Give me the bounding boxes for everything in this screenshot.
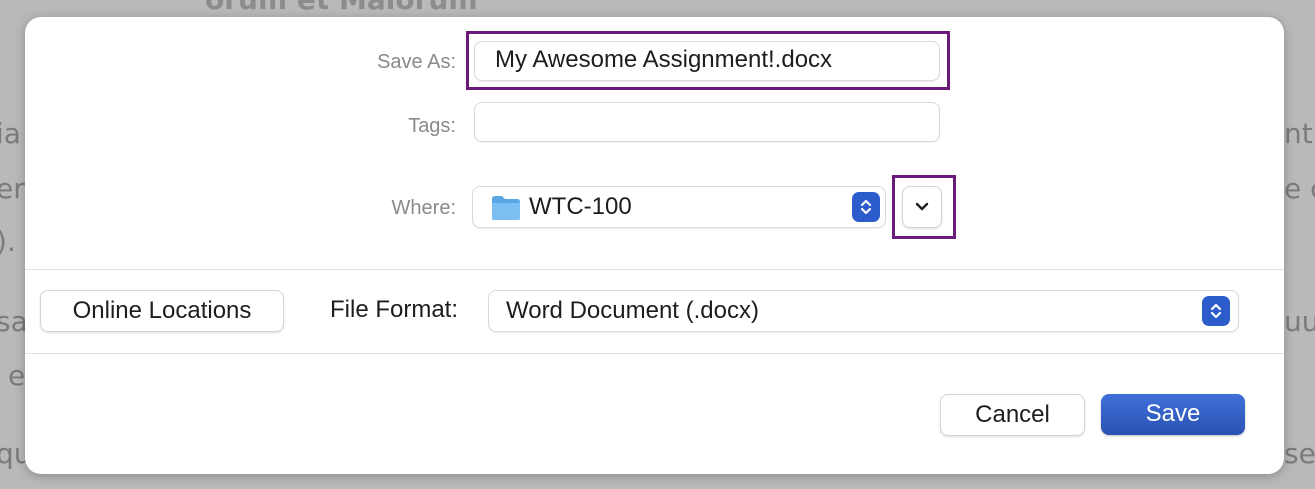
save-button[interactable]: Save: [1101, 394, 1245, 435]
background-text-fragment: ia: [0, 117, 21, 150]
where-label: Where:: [391, 197, 456, 219]
background-text-fragment: e c: [1284, 172, 1315, 205]
file-format-value: Word Document (.docx): [506, 297, 759, 324]
file-format-label: File Format:: [330, 296, 459, 323]
expand-button-highlight-box: [892, 175, 956, 239]
save-dialog: Save As: My Awesome Assignment!.docx Tag…: [25, 17, 1284, 474]
background-text-fragment: e: [8, 359, 26, 392]
save-as-highlight-box: [466, 31, 950, 90]
folder-icon: [491, 195, 521, 226]
background-text-fragment: sa: [0, 305, 28, 338]
where-value: WTC-100: [529, 193, 632, 220]
tags-field[interactable]: [474, 102, 940, 142]
divider: [25, 353, 1284, 354]
background-document-heading: orum et Malorum: [205, 0, 478, 14]
save-as-label: Save As:: [377, 51, 456, 73]
cancel-button[interactable]: Cancel: [940, 394, 1085, 436]
background-text-fragment: uu: [1284, 305, 1315, 338]
file-format-stepper-icon: [1202, 296, 1230, 326]
background-text-fragment: er: [0, 172, 25, 205]
where-stepper-icon: [852, 192, 880, 222]
tags-label: Tags:: [408, 115, 456, 137]
file-format-popup[interactable]: Word Document (.docx): [488, 290, 1239, 332]
background-text-fragment: nt: [1284, 117, 1313, 150]
background-text-fragment: se: [1284, 437, 1315, 470]
background-text-fragment: ).: [0, 225, 16, 258]
where-popup[interactable]: WTC-100: [472, 186, 886, 228]
online-locations-button[interactable]: Online Locations: [40, 290, 284, 332]
divider: [25, 269, 1284, 270]
